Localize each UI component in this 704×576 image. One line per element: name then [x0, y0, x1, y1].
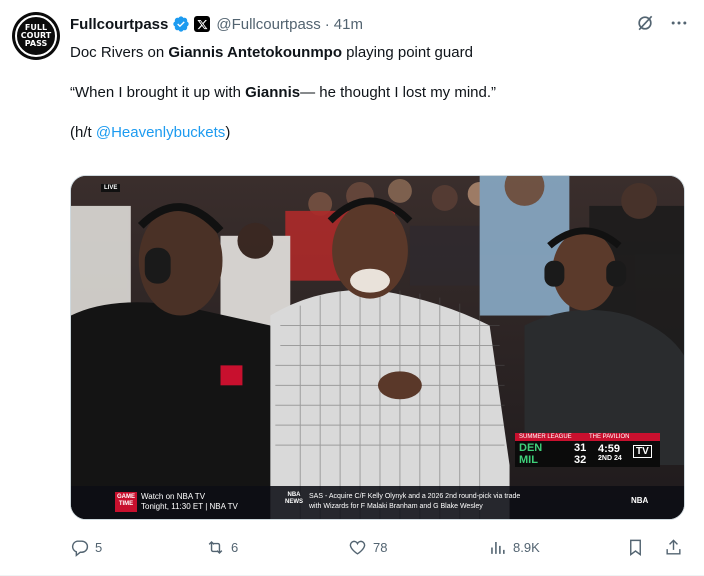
tweet-header: Fullcourtpass @Fullcourtpass · 41m — [70, 13, 630, 35]
text-segment: Doc Rivers on — [70, 44, 169, 61]
team-1-score: 31 — [574, 442, 587, 454]
repost-count: 6 — [231, 539, 239, 555]
view-count: 8.9K — [513, 539, 540, 555]
bookmark-icon — [630, 539, 641, 556]
verified-badge-icon[interactable] — [172, 15, 190, 33]
x-affiliate-icon[interactable] — [194, 16, 211, 32]
badge-text: NBA — [287, 492, 301, 498]
team-row-2: MIL 32 — [519, 454, 586, 466]
separator-dot: · — [324, 15, 330, 33]
team-2-score: 32 — [574, 454, 587, 466]
text-segment: “When I brought it up with — [70, 84, 246, 101]
bold-name: Giannis — [245, 84, 301, 101]
news-ticker-text: SAS - Acquire C/F Kelly Olynyk and a 202… — [309, 492, 520, 512]
game-period: 2ND 24 — [598, 455, 622, 462]
repost-button[interactable]: 6 — [206, 533, 238, 561]
team-2-name: MIL — [519, 454, 538, 466]
bookmark-button[interactable] — [626, 533, 651, 561]
heart-icon — [349, 540, 366, 555]
mention-link[interactable]: @Heavenlybuckets — [96, 124, 225, 141]
avatar[interactable]: FULL COURT PASS — [12, 12, 60, 60]
lower-third-ticker: GAME TIME Watch on NBA TV Tonight, 11:30… — [71, 486, 684, 519]
tweet-line-3: (h/t @Heavenlybuckets) — [70, 123, 690, 143]
scoreboard-header: SUMMER LEAGUE THE PAVILION — [515, 433, 660, 441]
reply-button[interactable]: 5 — [70, 533, 102, 561]
grok-icon[interactable] — [634, 12, 656, 34]
scoreboard-venue: THE PAVILION — [589, 434, 630, 440]
like-count: 78 — [373, 539, 388, 555]
watch-line-2: Tonight, 11:30 ET | NBA TV — [141, 502, 238, 511]
news-line-1: SAS - Acquire C/F Kelly Olynyk and a 202… — [309, 493, 521, 500]
reply-count: 5 — [95, 539, 103, 555]
like-button[interactable]: 78 — [348, 533, 387, 561]
text-segment: — he thought I lost my mind.” — [300, 84, 497, 101]
timestamp[interactable]: 41m — [334, 16, 363, 33]
watch-info: Watch on NBA TV Tonight, 11:30 ET | NBA … — [141, 492, 238, 512]
badge-text: NEWS — [285, 499, 303, 505]
team-1-name: DEN — [519, 442, 543, 454]
top-right-icons — [634, 12, 690, 34]
live-indicator: LIVE — [101, 184, 121, 192]
video-frame-image — [71, 176, 684, 519]
repost-icon — [208, 540, 223, 554]
game-clock: 4:59 — [598, 443, 621, 455]
views-button[interactable]: 8.9K — [488, 533, 540, 561]
share-icon — [666, 538, 681, 555]
video-media[interactable]: LIVE SUMMER LEAGUE THE PAVILION DEN 31 M… — [70, 175, 685, 520]
game-time-badge: GAME TIME — [115, 492, 137, 512]
tweet-card[interactable]: FULL COURT PASS Fullcourtpass @Fullcourt… — [0, 0, 704, 576]
nba-news-badge: NBA NEWS — [283, 492, 305, 506]
action-bar: 5 6 78 8.9K — [70, 533, 690, 561]
avatar-logo-text-3: PASS — [24, 39, 48, 48]
badge-text: GAME — [117, 494, 135, 500]
text-segment: (h/t — [70, 124, 96, 141]
more-options-icon[interactable] — [668, 12, 690, 34]
badge-text: TIME — [118, 501, 134, 507]
text-segment: playing point guard — [341, 44, 473, 61]
share-button[interactable] — [664, 533, 689, 561]
reply-icon — [71, 539, 89, 557]
nba-logo: NBA — [631, 496, 649, 505]
news-line-2: with Wizards for F Malaki Branham and G … — [309, 503, 483, 510]
analytics-icon — [491, 541, 505, 554]
scoreboard-league: SUMMER LEAGUE — [519, 434, 572, 440]
scoreboard: SUMMER LEAGUE THE PAVILION DEN 31 MIL 32… — [515, 433, 660, 467]
network-logo: TV — [633, 445, 652, 458]
handle[interactable]: @Fullcourtpass — [216, 16, 320, 33]
tweet-text: Doc Rivers on Giannis Antetokounmpo play… — [70, 43, 690, 163]
display-name[interactable]: Fullcourtpass — [70, 16, 168, 33]
tweet-line-2: “When I brought it up with Giannis— he t… — [70, 83, 690, 103]
watch-line-1: Watch on NBA TV — [141, 492, 206, 501]
tweet-line-1: Doc Rivers on Giannis Antetokounmpo play… — [70, 43, 690, 63]
team-row-1: DEN 31 — [519, 442, 586, 454]
text-segment: ) — [225, 124, 231, 141]
bold-name: Giannis Antetokounmpo — [168, 44, 342, 61]
